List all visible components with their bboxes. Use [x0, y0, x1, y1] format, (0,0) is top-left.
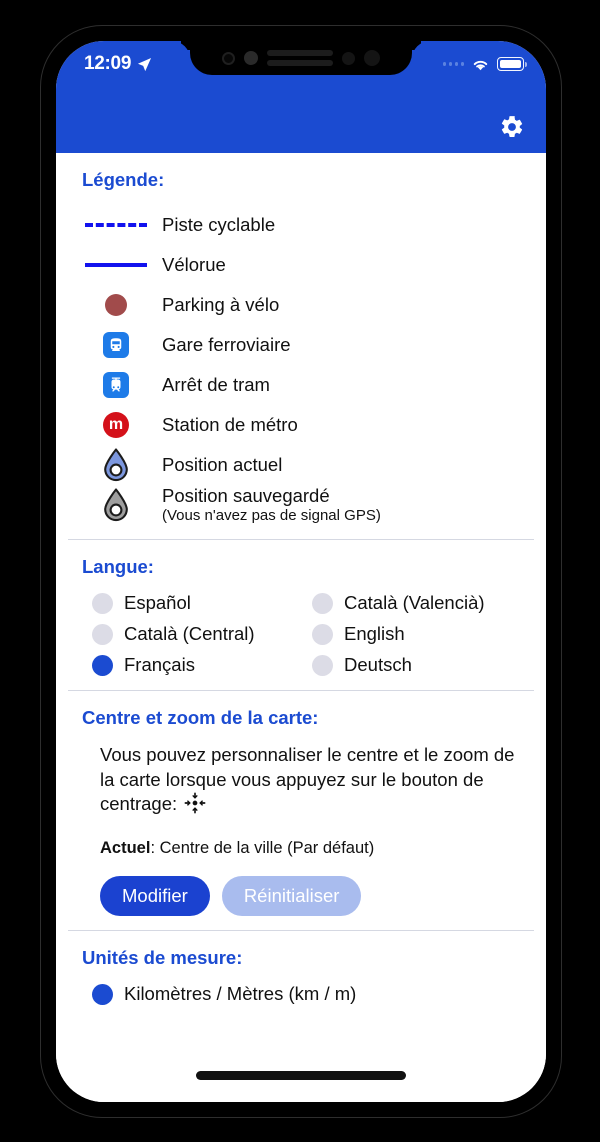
radio-icon[interactable] — [312, 623, 333, 645]
signal-dots-icon — [442, 62, 464, 66]
legend-section: Légende: Piste cyclable Vélorue Parking … — [56, 153, 546, 539]
legend-item-label: Vélorue — [162, 254, 226, 276]
metro-letter: m — [103, 412, 129, 438]
radio-icon[interactable] — [92, 592, 113, 614]
legend-row: m Station de métro — [70, 405, 532, 445]
legend-item-label: Position sauvegardé (Vous n'avez pas de … — [162, 485, 381, 525]
wifi-icon — [473, 60, 488, 70]
legend-list: Piste cyclable Vélorue Parking à vélo Ga… — [70, 205, 532, 525]
language-option-francais[interactable]: Français — [92, 654, 312, 676]
legend-item-title: Position sauvegardé — [162, 485, 330, 507]
settings-button[interactable] — [494, 109, 530, 145]
legend-item-label: Piste cyclable — [162, 214, 276, 236]
sensor-icon — [364, 50, 380, 66]
legend-item-label: Position actuel — [162, 454, 283, 476]
legend-row: Piste cyclable — [70, 205, 532, 245]
train-station-icon — [70, 332, 162, 358]
metro-station-icon: m — [70, 412, 162, 438]
crosshair-center-icon — [184, 792, 206, 814]
bike-parking-dot-icon — [70, 294, 162, 316]
legend-item-label: Arrêt de tram — [162, 374, 270, 396]
screenshot-root: 12:09 Légende: Piste cyclable Vélorue Pa… — [0, 0, 600, 1142]
gear-icon — [501, 116, 523, 137]
status-bar-right — [442, 57, 527, 72]
language-options: Español Català (Valencià) Català (Centra… — [70, 592, 532, 676]
language-section: Langue: Español Català (Valencià) Català… — [56, 540, 546, 690]
location-arrow-icon — [138, 57, 152, 71]
sensor-icon — [342, 51, 355, 65]
language-title: Langue: — [82, 556, 154, 577]
legend-row: Parking à vélo — [70, 285, 532, 325]
legend-row: Gare ferroviaire — [70, 325, 532, 365]
legend-row: Position sauvegardé (Vous n'avez pas de … — [70, 485, 532, 525]
legend-row: Position actuel — [70, 445, 532, 485]
settings-content: Légende: Piste cyclable Vélorue Parking … — [56, 153, 546, 1102]
legend-row: Arrêt de tram — [70, 365, 532, 405]
language-option-deutsch[interactable]: Deutsch — [312, 654, 532, 676]
position-marker-blue — [104, 448, 128, 482]
camera-icon — [244, 51, 258, 65]
language-option-label: English — [344, 623, 405, 644]
speaker-grille — [267, 50, 333, 66]
language-option-label: Català (Central) — [124, 623, 255, 644]
radio-icon-selected[interactable] — [92, 654, 113, 676]
language-option-catala-valencia[interactable]: Català (Valencià) — [312, 592, 532, 614]
map-center-title: Centre et zoom de la carte: — [82, 707, 319, 728]
legend-item-label: Gare ferroviaire — [162, 334, 291, 356]
app-header: 12:09 — [56, 41, 546, 153]
units-option-kilometers[interactable]: Kilomètres / Mètres (km / m) — [70, 983, 532, 1005]
radio-icon[interactable] — [312, 654, 333, 676]
legend-item-subtitle: (Vous n'avez pas de signal GPS) — [162, 507, 381, 525]
current-position-icon — [70, 448, 162, 482]
units-title: Unités de mesure: — [82, 947, 243, 969]
radio-icon-selected[interactable] — [92, 983, 113, 1005]
legend-title: Légende: — [82, 169, 165, 190]
legend-item-label: Station de métro — [162, 414, 298, 436]
map-center-current: Actuel: Centre de la ville (Par défaut) — [70, 817, 532, 858]
units-option-label: Kilomètres / Mètres (km / m) — [124, 983, 357, 1005]
map-center-current-label: Actuel — [100, 838, 151, 857]
language-option-label: Català (Valencià) — [344, 592, 485, 613]
modify-button[interactable]: Modifier — [100, 875, 210, 917]
units-section: Unités de mesure: Kilomètres / Mètres (k… — [56, 931, 546, 1019]
home-indicator[interactable] — [196, 1071, 406, 1080]
phone-screen: 12:09 Légende: Piste cyclable Vélorue Pa… — [56, 41, 546, 1102]
language-option-english[interactable]: English — [312, 623, 532, 645]
solid-line-icon — [70, 263, 162, 267]
language-option-label: Français — [124, 654, 195, 675]
language-option-catala-central[interactable]: Català (Central) — [92, 623, 312, 645]
status-bar-clock: 12:09 — [84, 53, 132, 74]
map-center-current-value: : Centre de la ville (Par défaut) — [150, 838, 375, 857]
battery-full-icon — [497, 57, 527, 71]
language-option-label: Deutsch — [344, 654, 412, 675]
dashed-line-icon — [70, 223, 162, 227]
map-center-description-text: Vous pouvez personnaliser le centre et l… — [100, 744, 515, 815]
tram-glyph — [111, 377, 121, 392]
position-marker-gray — [104, 488, 128, 522]
radio-icon[interactable] — [312, 592, 333, 614]
status-bar-left: 12:09 — [84, 53, 152, 75]
reset-button[interactable]: Réinitialiser — [221, 875, 362, 917]
sensor-icon — [222, 51, 235, 65]
language-option-espanol[interactable]: Español — [92, 592, 312, 614]
map-center-description: Vous pouvez personnaliser le centre et l… — [70, 743, 532, 817]
phone-notch — [190, 41, 412, 75]
tram-stop-icon — [70, 372, 162, 398]
language-option-label: Español — [124, 592, 191, 613]
map-center-buttons: Modifier Réinitialiser — [70, 858, 532, 917]
map-center-section: Centre et zoom de la carte: Vous pouvez … — [56, 691, 546, 930]
saved-position-icon — [70, 488, 162, 522]
radio-icon[interactable] — [92, 623, 113, 645]
legend-item-label: Parking à vélo — [162, 294, 280, 316]
train-glyph — [110, 338, 122, 351]
legend-row: Vélorue — [70, 245, 532, 285]
